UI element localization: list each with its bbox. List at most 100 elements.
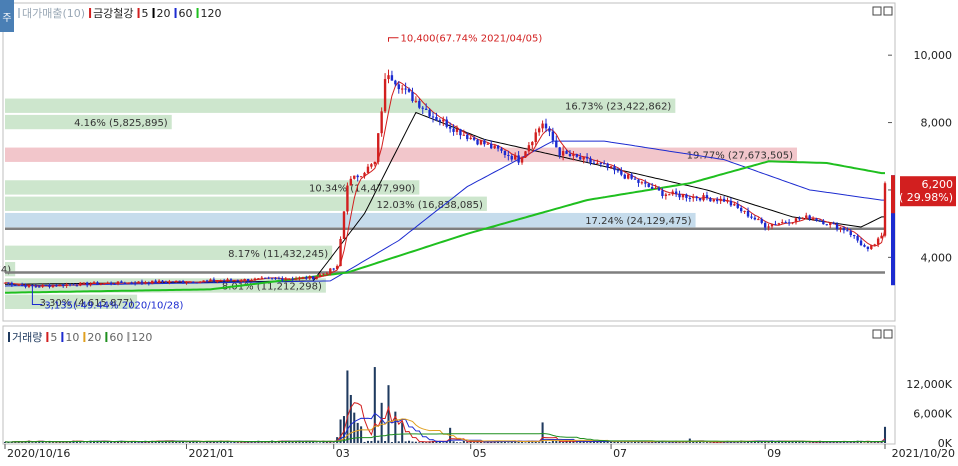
volume-bar	[562, 441, 565, 443]
candle-body	[733, 204, 736, 206]
x-axis-label: 2021/10/20	[892, 447, 955, 460]
current-price-label: 6,200	[922, 178, 954, 191]
candle-body	[791, 222, 794, 224]
candle-body	[829, 223, 832, 225]
volume-bar	[596, 441, 599, 443]
candle-body	[175, 280, 178, 283]
candle-body	[366, 166, 370, 173]
candle-body	[253, 278, 257, 281]
candle-body	[722, 198, 726, 202]
candle-body	[20, 284, 24, 286]
candle-body	[729, 200, 733, 206]
volume-bar	[216, 442, 219, 443]
volume-bar	[318, 442, 322, 443]
candle-body	[527, 145, 531, 152]
price-legend-label: 20	[157, 7, 171, 20]
price-legend-label: 120	[201, 7, 222, 20]
candle-body	[7, 282, 10, 284]
volume-bar	[363, 441, 366, 443]
price-axis-label: 10,000	[914, 49, 953, 62]
candle-body	[407, 88, 411, 92]
candle-body	[647, 183, 650, 187]
candle-body	[582, 156, 585, 160]
candle-body	[548, 128, 551, 132]
candle-body	[486, 143, 489, 145]
maximize-volume-panel-button[interactable]	[872, 329, 882, 339]
candle-body	[815, 218, 818, 221]
close-volume-panel-button[interactable]	[883, 329, 893, 339]
candle-body	[222, 280, 226, 282]
candle-body	[596, 162, 599, 164]
volume-bar	[555, 441, 558, 443]
maximize-price-panel-button[interactable]	[872, 6, 882, 16]
candle-body	[493, 145, 496, 149]
candle-body	[469, 137, 472, 140]
candle-body	[445, 119, 448, 127]
candle-body	[674, 191, 678, 194]
volume-bar	[370, 441, 373, 443]
candle-body	[736, 204, 739, 208]
candle-body	[609, 166, 613, 168]
candle-body	[750, 216, 753, 218]
candle-body	[284, 279, 287, 281]
candle-body	[291, 278, 294, 280]
volume-bar	[127, 442, 130, 443]
candle-body	[82, 282, 85, 284]
candle-body	[510, 155, 513, 160]
volume-bar	[223, 441, 226, 443]
volume-bar	[455, 442, 459, 443]
candle-body	[329, 268, 332, 274]
candle-body	[113, 283, 116, 285]
candle-body	[137, 281, 140, 284]
candle-body	[613, 166, 616, 171]
candle-body	[870, 245, 873, 249]
price-legend-swatch	[137, 8, 140, 18]
candle-body	[835, 223, 839, 230]
candle-body	[96, 282, 99, 285]
price-legend-swatch	[18, 8, 20, 18]
candle-body	[198, 281, 202, 283]
candle-body	[322, 273, 325, 275]
candle-body	[852, 235, 856, 237]
volume-profile-label: 17.24% (24,129,475)	[585, 216, 691, 227]
candle-body	[644, 182, 647, 184]
candle-body	[438, 120, 442, 122]
candle-body	[318, 274, 322, 277]
candle-body	[589, 158, 592, 163]
volume-bar	[229, 442, 233, 443]
candle-body	[216, 280, 219, 282]
candle-body	[839, 227, 842, 230]
candle-body	[188, 281, 192, 283]
volume-bar	[315, 442, 318, 443]
volume-bar	[681, 442, 684, 443]
volume-bar	[346, 370, 349, 443]
candle-body	[383, 79, 387, 112]
candle-body	[712, 199, 715, 202]
price-legend-label: 대가매출(10)	[22, 7, 85, 20]
volume-bar	[551, 440, 554, 443]
candle-body	[109, 282, 113, 284]
candle-body	[79, 282, 82, 286]
volume-bar	[647, 442, 650, 443]
volume-bar	[548, 441, 551, 443]
candle-body	[27, 284, 31, 287]
candle-body	[442, 119, 445, 122]
candle-body	[507, 155, 510, 157]
candle-body	[435, 117, 438, 121]
candle-body	[555, 140, 558, 148]
x-axis-label: 2021/01	[188, 447, 234, 460]
volume-bar	[705, 442, 708, 443]
candle-body	[359, 176, 363, 178]
candle-body	[472, 137, 476, 140]
candle-body	[466, 134, 469, 140]
candle-body	[209, 279, 212, 281]
candle-body	[205, 280, 209, 282]
candle-body	[277, 278, 281, 280]
candle-body	[346, 185, 349, 212]
candle-body	[3, 282, 7, 284]
close-price-panel-button[interactable]	[883, 6, 893, 16]
volume-profile-label: 0.25% (356,174)	[0, 265, 11, 276]
candle-body	[151, 280, 154, 284]
candle-body	[212, 279, 216, 282]
candle-body	[531, 142, 534, 146]
